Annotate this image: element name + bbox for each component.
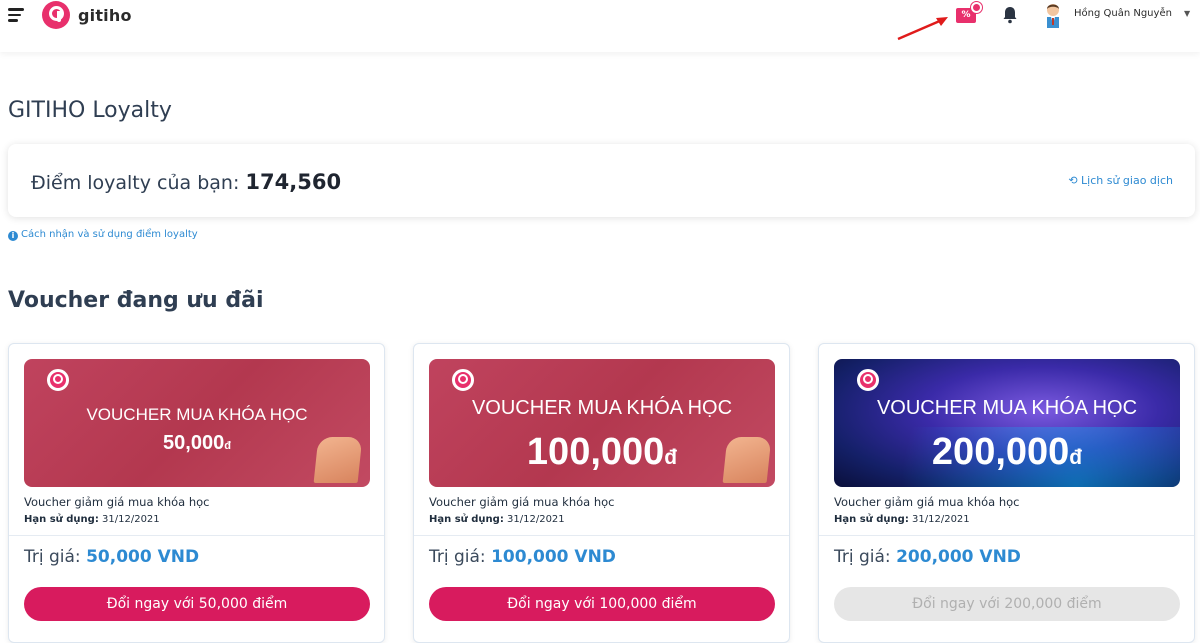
voucher-card: VOUCHER MUA KHÓA HỌC 200,000đ Voucher gi… [818,343,1195,643]
voucher-notification-icon[interactable]: % [954,2,982,26]
loyalty-guide-label: Cách nhận và sử dụng điểm loyalty [21,229,198,240]
voucher-value: Trị giá: 100,000 VND [429,547,616,567]
user-avatar[interactable] [1040,0,1066,28]
chevron-down-icon[interactable]: ▼ [1184,9,1190,18]
voucher-image-title: VOUCHER MUA KHÓA HỌC [876,397,1138,419]
voucher-image-title: VOUCHER MUA KHÓA HỌC [471,397,733,419]
voucher-value: Trị giá: 200,000 VND [834,547,1021,567]
red-arrow-annotation [897,17,948,41]
gitiho-logo-icon [42,1,70,29]
voucher-value: Trị giá: 50,000 VND [24,547,200,567]
voucher-description: Voucher giảm giá mua khóa học [834,495,1020,509]
history-link-label: Lịch sử giao dịch [1081,174,1173,187]
redeem-button[interactable]: Đổi ngay với 50,000 điểm [24,587,370,621]
logo-text: gitiho [78,5,132,25]
logo[interactable]: gitiho [42,0,132,30]
voucher-card: VOUCHER MUA KHÓA HỌC 50,000đ Voucher giả… [8,343,385,643]
history-icon: ⟲ [1068,174,1078,187]
decorative-block-shape [722,437,772,483]
loyalty-points-card: Điểm loyalty của bạn: 174,560 ⟲ Lịch sử … [8,144,1195,217]
voucher-image[interactable]: VOUCHER MUA KHÓA HỌC 200,000đ [834,359,1180,487]
voucher-description: Voucher giảm giá mua khóa học [24,495,210,509]
redeem-button[interactable]: Đổi ngay với 200,000 điểm [834,587,1180,621]
gitiho-logo-icon [452,369,474,391]
points-label-row: Điểm loyalty của bạn: 174,560 [31,170,341,194]
hamburger-menu-icon[interactable] [8,8,26,22]
voucher-description: Voucher giảm giá mua khóa học [429,495,615,509]
top-navbar: gitiho % Hồng Quân Nguyễn ▼ [0,0,1200,52]
voucher-expiry: Hạn sử dụng: 31/12/2021 [24,514,160,525]
points-value: 174,560 [245,170,342,194]
decorative-block-shape [313,437,363,483]
divider [819,535,1194,536]
notification-dot-icon [971,2,982,13]
loyalty-guide-link[interactable]: i Cách nhận và sử dụng điểm loyalty [8,229,198,241]
gitiho-logo-icon [857,369,879,391]
section-title: Voucher đang ưu đãi [8,288,264,313]
redeem-button[interactable]: Đổi ngay với 100,000 điểm [429,587,775,621]
voucher-image-amount: 200,000đ [931,431,1083,473]
voucher-image[interactable]: VOUCHER MUA KHÓA HỌC 100,000đ [429,359,775,487]
gitiho-logo-icon [47,369,69,391]
info-icon: i [8,231,18,241]
page-title: GITIHO Loyalty [8,98,172,123]
voucher-image-amount: 100,000đ [526,431,678,473]
bell-icon[interactable] [1002,6,1018,24]
user-name[interactable]: Hồng Quân Nguyễn [1074,8,1172,19]
voucher-card: VOUCHER MUA KHÓA HỌC 100,000đ Voucher gi… [413,343,790,643]
voucher-image-title: VOUCHER MUA KHÓA HỌC [86,405,308,424]
transaction-history-link[interactable]: ⟲ Lịch sử giao dịch [1068,174,1173,187]
divider [414,535,789,536]
voucher-image[interactable]: VOUCHER MUA KHÓA HỌC 50,000đ [24,359,370,487]
divider [9,535,384,536]
voucher-expiry: Hạn sử dụng: 31/12/2021 [429,514,565,525]
points-label: Điểm loyalty của bạn: [31,172,246,194]
voucher-expiry: Hạn sử dụng: 31/12/2021 [834,514,970,525]
